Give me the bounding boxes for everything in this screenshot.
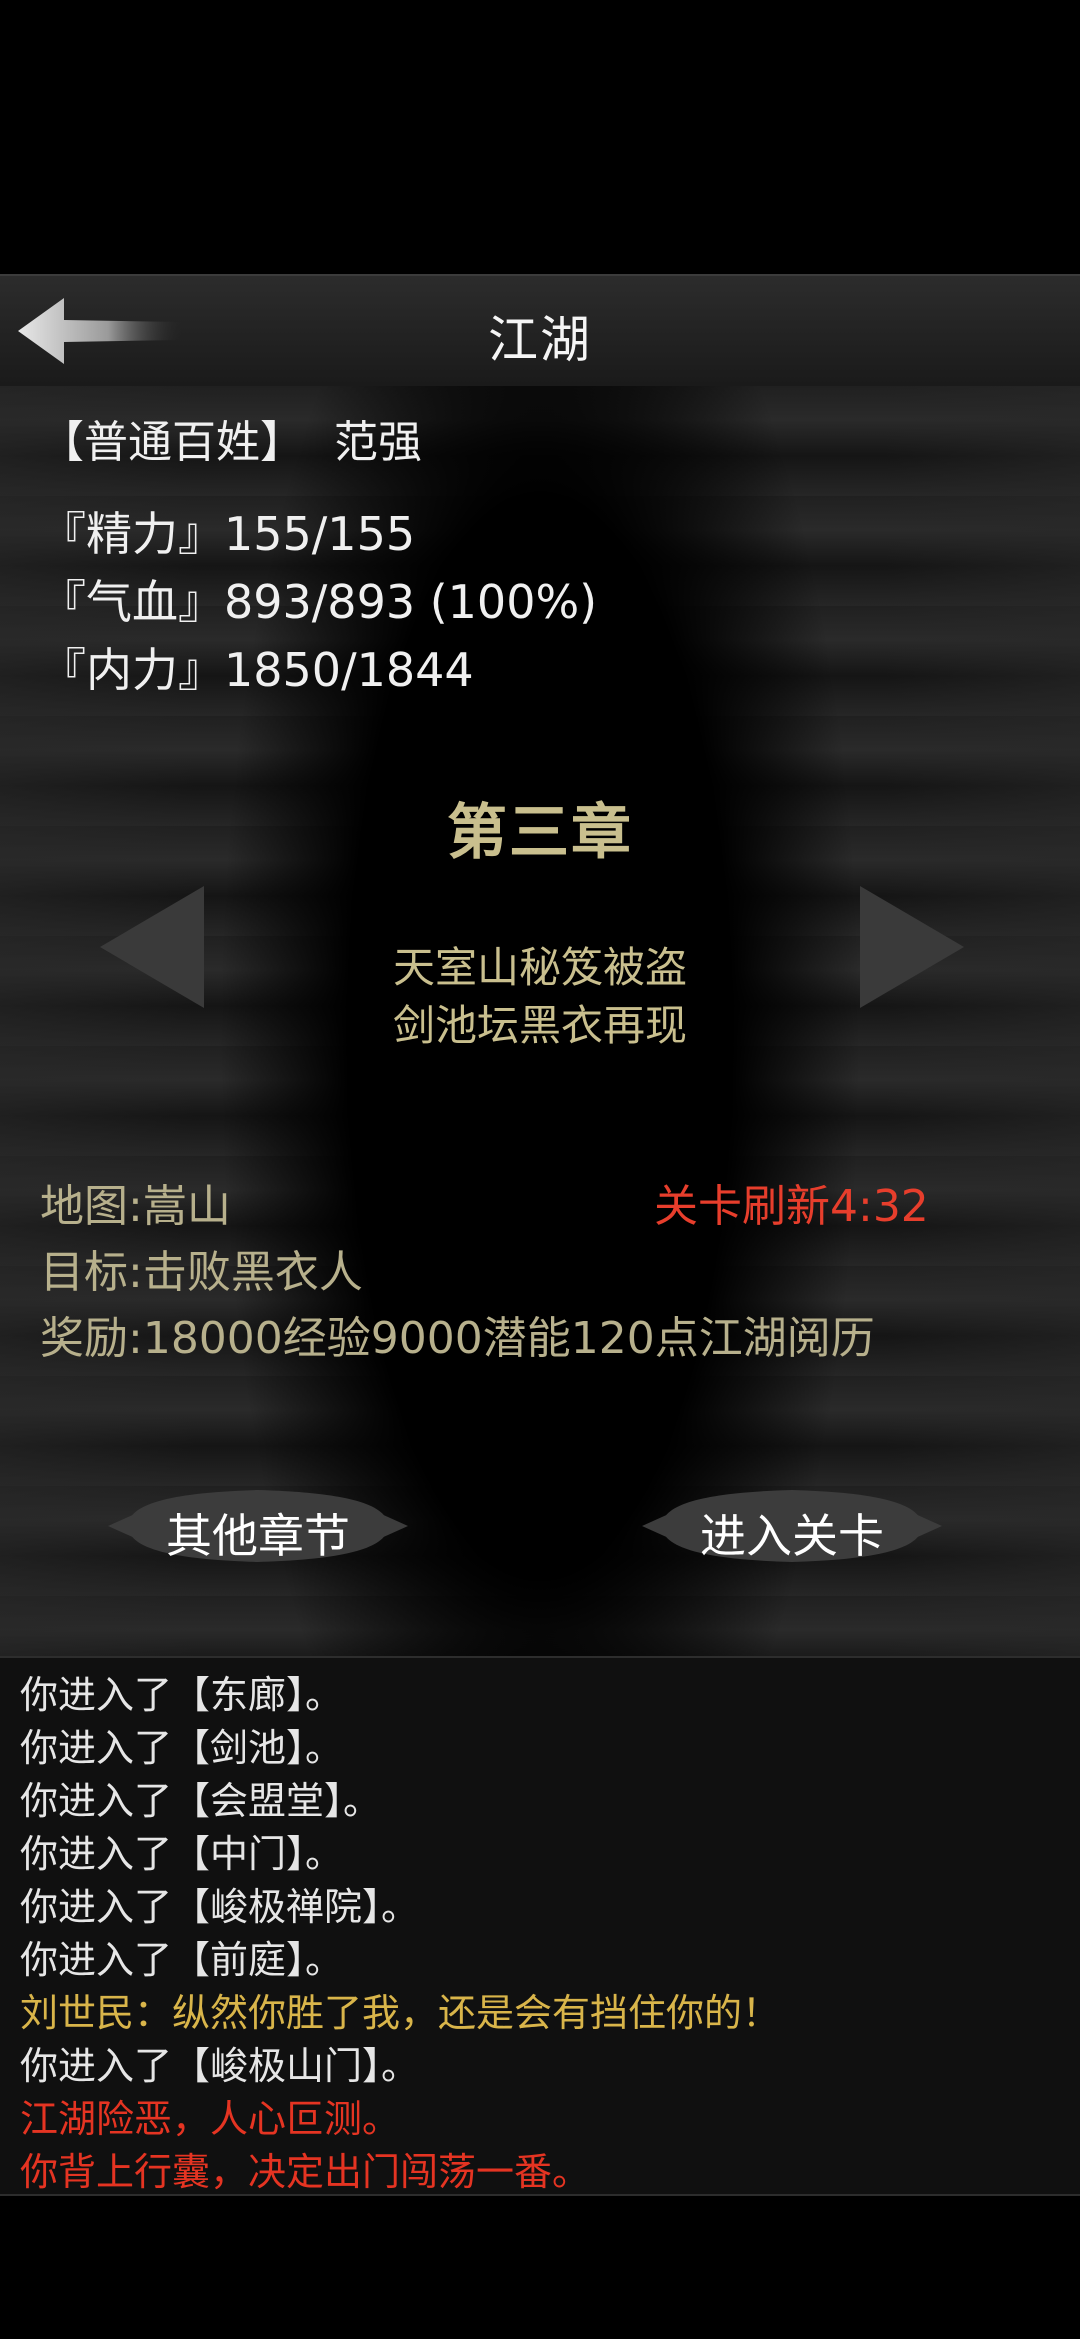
stat-energy: 『精力』155/155 [40, 507, 416, 561]
stat-internal-power: 『内力』1850/1844 [40, 643, 474, 697]
log-line: 你进入了【峻极山门】。 [20, 2044, 420, 2088]
log-line: 你背上行囊，决定出门闯荡一番。 [20, 2150, 591, 2194]
log-line: 你进入了【峻极禅院】。 [20, 1885, 420, 1929]
log-line: 你进入了【会盟堂】。 [20, 1779, 382, 1823]
log-line: 江湖险恶，人心叵测。 [20, 2097, 401, 2141]
chapter-desc-line2: 剑池坛黑衣再现 [392, 1001, 687, 1050]
other-chapters-label: 其他章节 [166, 1509, 350, 1563]
reward-info: 奖励:18000经验9000潜能120点江湖阅历 [40, 1313, 875, 1364]
map-info: 地图:嵩山 [40, 1181, 231, 1232]
player-identity: 【普通百姓】 范强 [40, 406, 422, 470]
refresh-timer: 关卡刷新4:32 [654, 1181, 929, 1232]
chapter-panel: 【普通百姓】 范强 『精力』155/155 『气血』893/893 (100%) … [0, 386, 1080, 1656]
log-line: 你进入了【东廊】。 [20, 1673, 344, 1717]
enter-stage-button[interactable]: 进入关卡 [642, 1486, 942, 1566]
message-log[interactable]: 你进入了【东廊】。 你进入了【剑池】。 你进入了【会盟堂】。 你进入了【中门】。… [0, 1656, 1080, 2196]
enter-stage-label: 进入关卡 [700, 1509, 884, 1563]
log-line: 你进入了【前庭】。 [20, 1938, 344, 1982]
player-name: 范强 [334, 417, 422, 468]
chapter-title: 第三章 [447, 798, 633, 868]
log-line: 你进入了【中门】。 [20, 1832, 344, 1876]
target-info: 目标:击败黑衣人 [40, 1247, 363, 1298]
other-chapters-button[interactable]: 其他章节 [108, 1486, 408, 1566]
player-rank: 【普通百姓】 [40, 417, 304, 468]
chapter-desc-line1: 天室山秘笈被盗 [392, 943, 687, 992]
stat-health: 『气血』893/893 (100%) [40, 575, 598, 629]
page-title: 江湖 [488, 311, 592, 369]
log-line: 你进入了【剑池】。 [20, 1726, 344, 1770]
log-line: 刘世民：纵然你胜了我，还是会有挡住你的！ [20, 1991, 781, 2035]
header-bar: 江湖 [0, 274, 1080, 388]
